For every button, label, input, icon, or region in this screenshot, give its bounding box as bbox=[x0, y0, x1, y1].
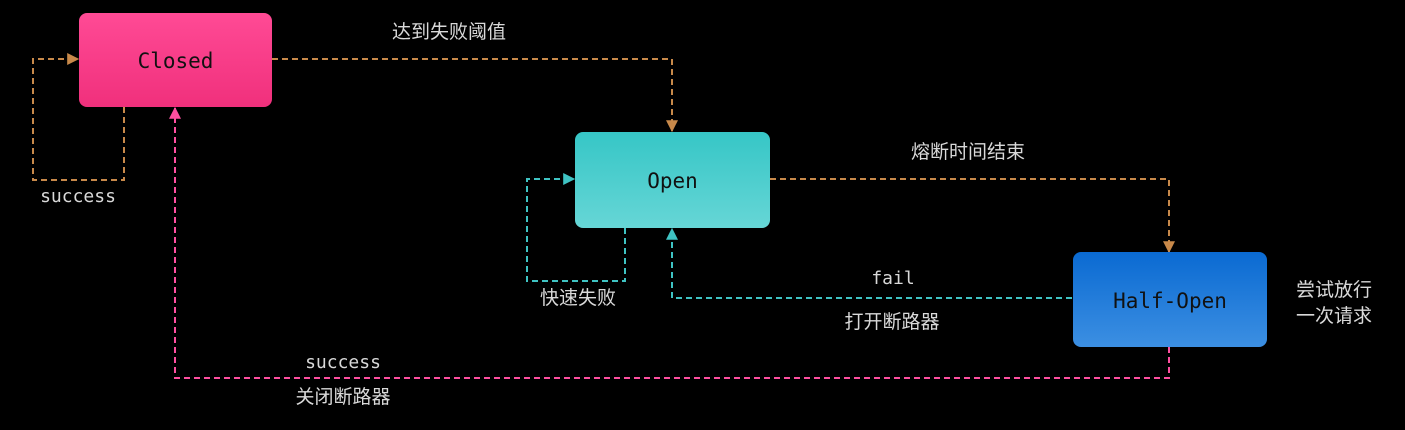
label-half-open-success: success bbox=[305, 352, 381, 373]
state-open[interactable]: Open bbox=[575, 132, 770, 228]
label-half-open-note-line1: 尝试放行 bbox=[1296, 279, 1372, 301]
circuit-breaker-state-diagram: Closed Open Half-Open 达到失败阈值 success 熔断时… bbox=[32, 13, 1372, 408]
label-open-to-half-open: 熔断时间结束 bbox=[911, 141, 1025, 163]
label-close-breaker: 关闭断路器 bbox=[295, 386, 390, 408]
label-closed-self: success bbox=[40, 186, 116, 207]
label-half-open-note-line2: 一次请求 bbox=[1296, 305, 1372, 327]
edge-closed-to-open bbox=[272, 58, 678, 133]
state-closed-label: Closed bbox=[138, 49, 214, 73]
state-half-open[interactable]: Half-Open bbox=[1073, 252, 1267, 347]
label-closed-to-open: 达到失败阈值 bbox=[392, 21, 506, 43]
state-half-open-label: Half-Open bbox=[1113, 289, 1227, 313]
label-half-open-open-breaker: 打开断路器 bbox=[844, 311, 939, 333]
state-open-label: Open bbox=[647, 169, 698, 193]
label-open-self: 快速失败 bbox=[540, 287, 616, 309]
edge-open-to-half-open bbox=[770, 178, 1175, 254]
state-closed[interactable]: Closed bbox=[79, 13, 272, 107]
label-half-open-fail: fail bbox=[871, 268, 914, 289]
